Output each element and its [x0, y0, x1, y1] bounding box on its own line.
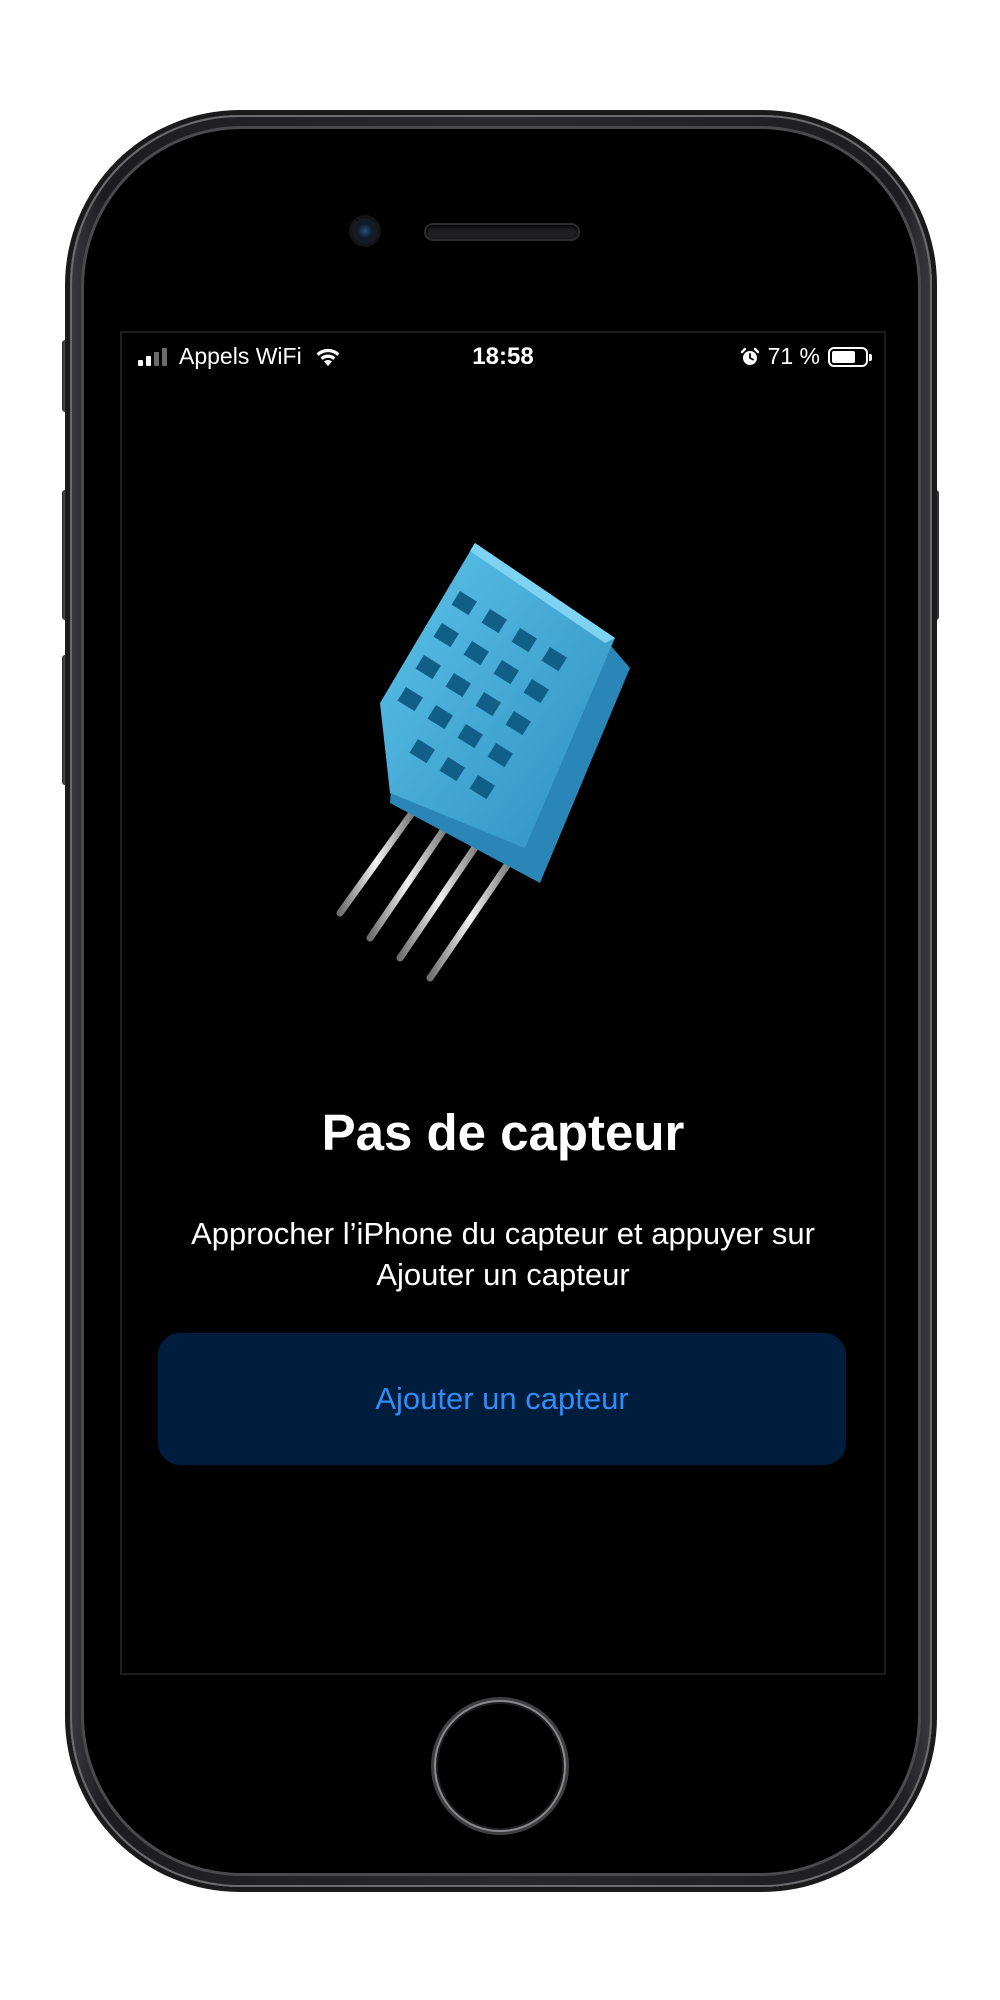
- front-camera: [352, 218, 378, 244]
- power-button[interactable]: [931, 490, 939, 620]
- add-sensor-button-label: Ajouter un capteur: [375, 1381, 629, 1416]
- volume-down-button[interactable]: [62, 655, 70, 785]
- page-title: Pas de capteur: [321, 1104, 685, 1161]
- battery-percentage: 71 %: [767, 343, 820, 369]
- alarm-icon: [740, 347, 759, 365]
- battery-fill: [832, 350, 855, 363]
- page: Appels WiFi 18:58 71 % Pas de capteur Ap…: [0, 0, 1000, 2000]
- instructions-line-1: Approcher l’iPhone du capteur et appuyer…: [191, 1216, 815, 1251]
- volume-up-button[interactable]: [62, 490, 70, 620]
- status-bar: Appels WiFi 18:58 71 %: [122, 333, 884, 383]
- status-bar-right: 71 %: [740, 343, 872, 370]
- sensor-image: [336, 543, 630, 982]
- instructions-line-2: Ajouter un capteur: [376, 1257, 630, 1292]
- mute-switch[interactable]: [62, 340, 70, 412]
- earpiece-speaker: [426, 225, 578, 239]
- instructions-text: Approcher l’iPhone du capteur et appuyer…: [142, 1213, 864, 1295]
- home-button[interactable]: [434, 1700, 566, 1832]
- screen: Appels WiFi 18:58 71 % Pas de capteur Ap…: [120, 331, 886, 1675]
- add-sensor-button[interactable]: Ajouter un capteur: [158, 1333, 846, 1465]
- battery-icon: [828, 346, 872, 367]
